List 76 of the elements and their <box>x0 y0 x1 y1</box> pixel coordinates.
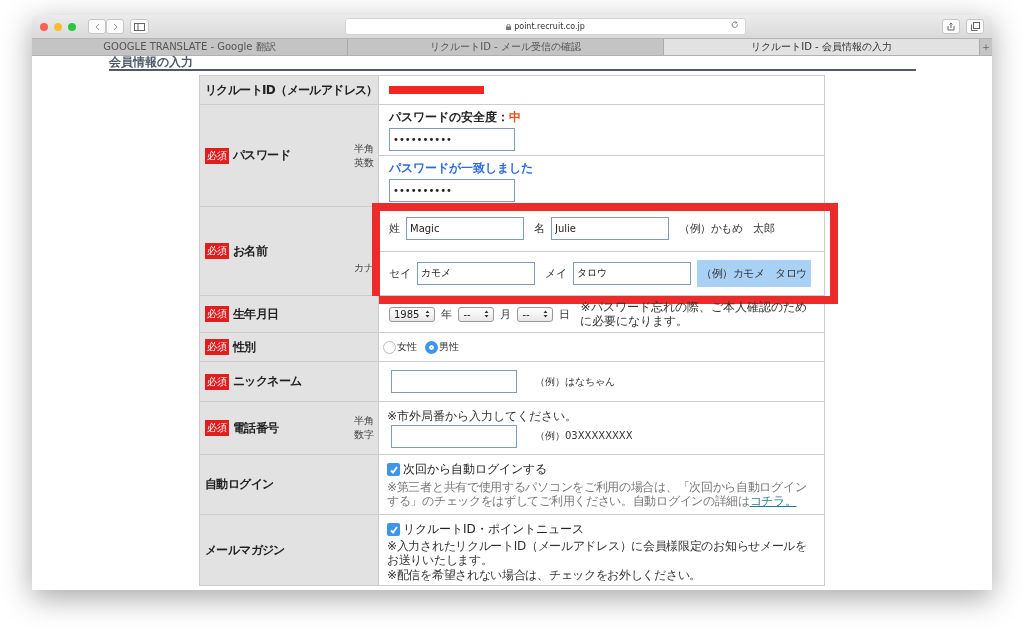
required-badge: 必須 <box>205 373 229 390</box>
field-label: 姓 <box>389 221 400 237</box>
example-text: （例）かもめ 太郎 <box>678 221 776 238</box>
field-label: メールマガジン <box>205 541 286 559</box>
required-badge: 必須 <box>205 243 229 259</box>
name-field[interactable]: Julie <box>551 217 669 241</box>
details-link[interactable]: コチラ。 <box>749 494 797 508</box>
browser-tab[interactable]: リクルートID - 会員情報の入力 <box>664 39 980 55</box>
option-label: 女性 <box>397 340 417 354</box>
address-bar[interactable]: point.recruit.co.jp <box>345 18 746 35</box>
match-message: パスワードが一致しました <box>389 160 534 177</box>
field-label: リクルートID（メールアドレス） <box>205 81 378 99</box>
close-icon[interactable] <box>40 22 48 31</box>
date-select[interactable]: 1985 <box>389 306 436 322</box>
lock-icon <box>506 23 512 30</box>
example-text: （例）カモメ タロウ <box>697 259 811 287</box>
required-badge: 必須 <box>205 339 229 355</box>
share-button[interactable] <box>942 19 960 34</box>
field-label: 電話番号 <box>233 419 280 437</box>
field-label: 生年月日 <box>233 305 280 323</box>
page-heading: 会員情報の入力 <box>108 56 916 71</box>
option-label: 男性 <box>439 340 459 354</box>
name-field[interactable]: Magic <box>406 217 524 241</box>
required-badge: 必須 <box>205 306 229 322</box>
radio-button[interactable] <box>425 340 438 354</box>
checkbox-label: 次回から自動ログインする <box>403 461 547 478</box>
name-field[interactable]: カモメ <box>417 261 535 285</box>
tabs-button[interactable] <box>966 19 984 34</box>
updown-arrows-icon <box>543 310 549 318</box>
field-label: セイ <box>389 265 411 281</box>
checkbox[interactable] <box>387 463 400 476</box>
forward-button[interactable] <box>106 19 124 34</box>
field-label: 自動ログイン <box>205 476 275 493</box>
note-text: ※入力されたリクルートID（メールアドレス）に会員様限定のお知らせメールをお送りいたします。 <box>387 539 808 567</box>
strength-label: パスワードの安全度：中 <box>389 109 522 126</box>
description-text: ※第三者と共有で使用するパソコンをご利用の場合は、「次回から自動ログインする」のチェックをはずしてご利用ください。自動ログインの詳細は コチラ。 <box>387 480 808 508</box>
required-badge: 必須 <box>205 147 229 164</box>
updown-arrows-icon <box>425 310 431 318</box>
hint-text: ※パスワード忘れの際、ご本人確認のために必要になります。 <box>580 300 808 328</box>
field-label: ニックネーム <box>233 373 303 390</box>
chevron-left-icon <box>94 22 100 31</box>
field-label: 名 <box>534 221 545 237</box>
maximize-icon[interactable] <box>68 22 76 31</box>
sidebar-icon <box>134 22 145 31</box>
checkbox-label: リクルートID・ポイントニュース <box>403 521 584 538</box>
date-select[interactable]: -- <box>458 306 495 322</box>
input-note: 半角 数字 <box>354 414 374 442</box>
checkbox[interactable] <box>387 523 400 536</box>
field-label: お名前 <box>233 242 269 260</box>
name-field[interactable]: タロウ <box>573 261 691 285</box>
sidebar-button[interactable] <box>130 19 149 34</box>
unit-label: 日 <box>559 306 571 322</box>
password-field[interactable]: •••••••••• <box>389 128 515 151</box>
back-button[interactable] <box>88 19 106 34</box>
updown-arrows-icon <box>484 310 490 318</box>
nickname-field[interactable] <box>391 370 517 393</box>
unit-label: 月 <box>500 306 512 322</box>
reload-icon[interactable] <box>731 21 739 29</box>
password-confirm-field[interactable]: •••••••••• <box>389 179 515 202</box>
date-select[interactable]: -- <box>517 306 554 322</box>
chevron-right-icon <box>112 22 118 31</box>
radio-button[interactable] <box>383 340 396 354</box>
example-text: （例）はなちゃん <box>535 374 615 389</box>
input-note: 半角 英数 <box>354 141 374 170</box>
unit-label: 年 <box>441 306 453 322</box>
field-label: 性別 <box>233 338 257 356</box>
tabs-icon <box>970 22 980 31</box>
example-text: （例）03XXXXXXXX <box>535 429 633 443</box>
field-label: パスワード <box>233 147 291 164</box>
share-icon <box>947 22 955 31</box>
phone-field[interactable] <box>391 424 517 448</box>
note-text: ※配信を希望されない場合は、チェックをお外しください。 <box>387 568 702 582</box>
field-label: メイ <box>545 265 567 281</box>
required-badge: 必須 <box>205 420 229 436</box>
new-tab-button[interactable]: + <box>980 39 992 55</box>
hint-text: ※市外局番から入力してください。 <box>387 408 579 423</box>
